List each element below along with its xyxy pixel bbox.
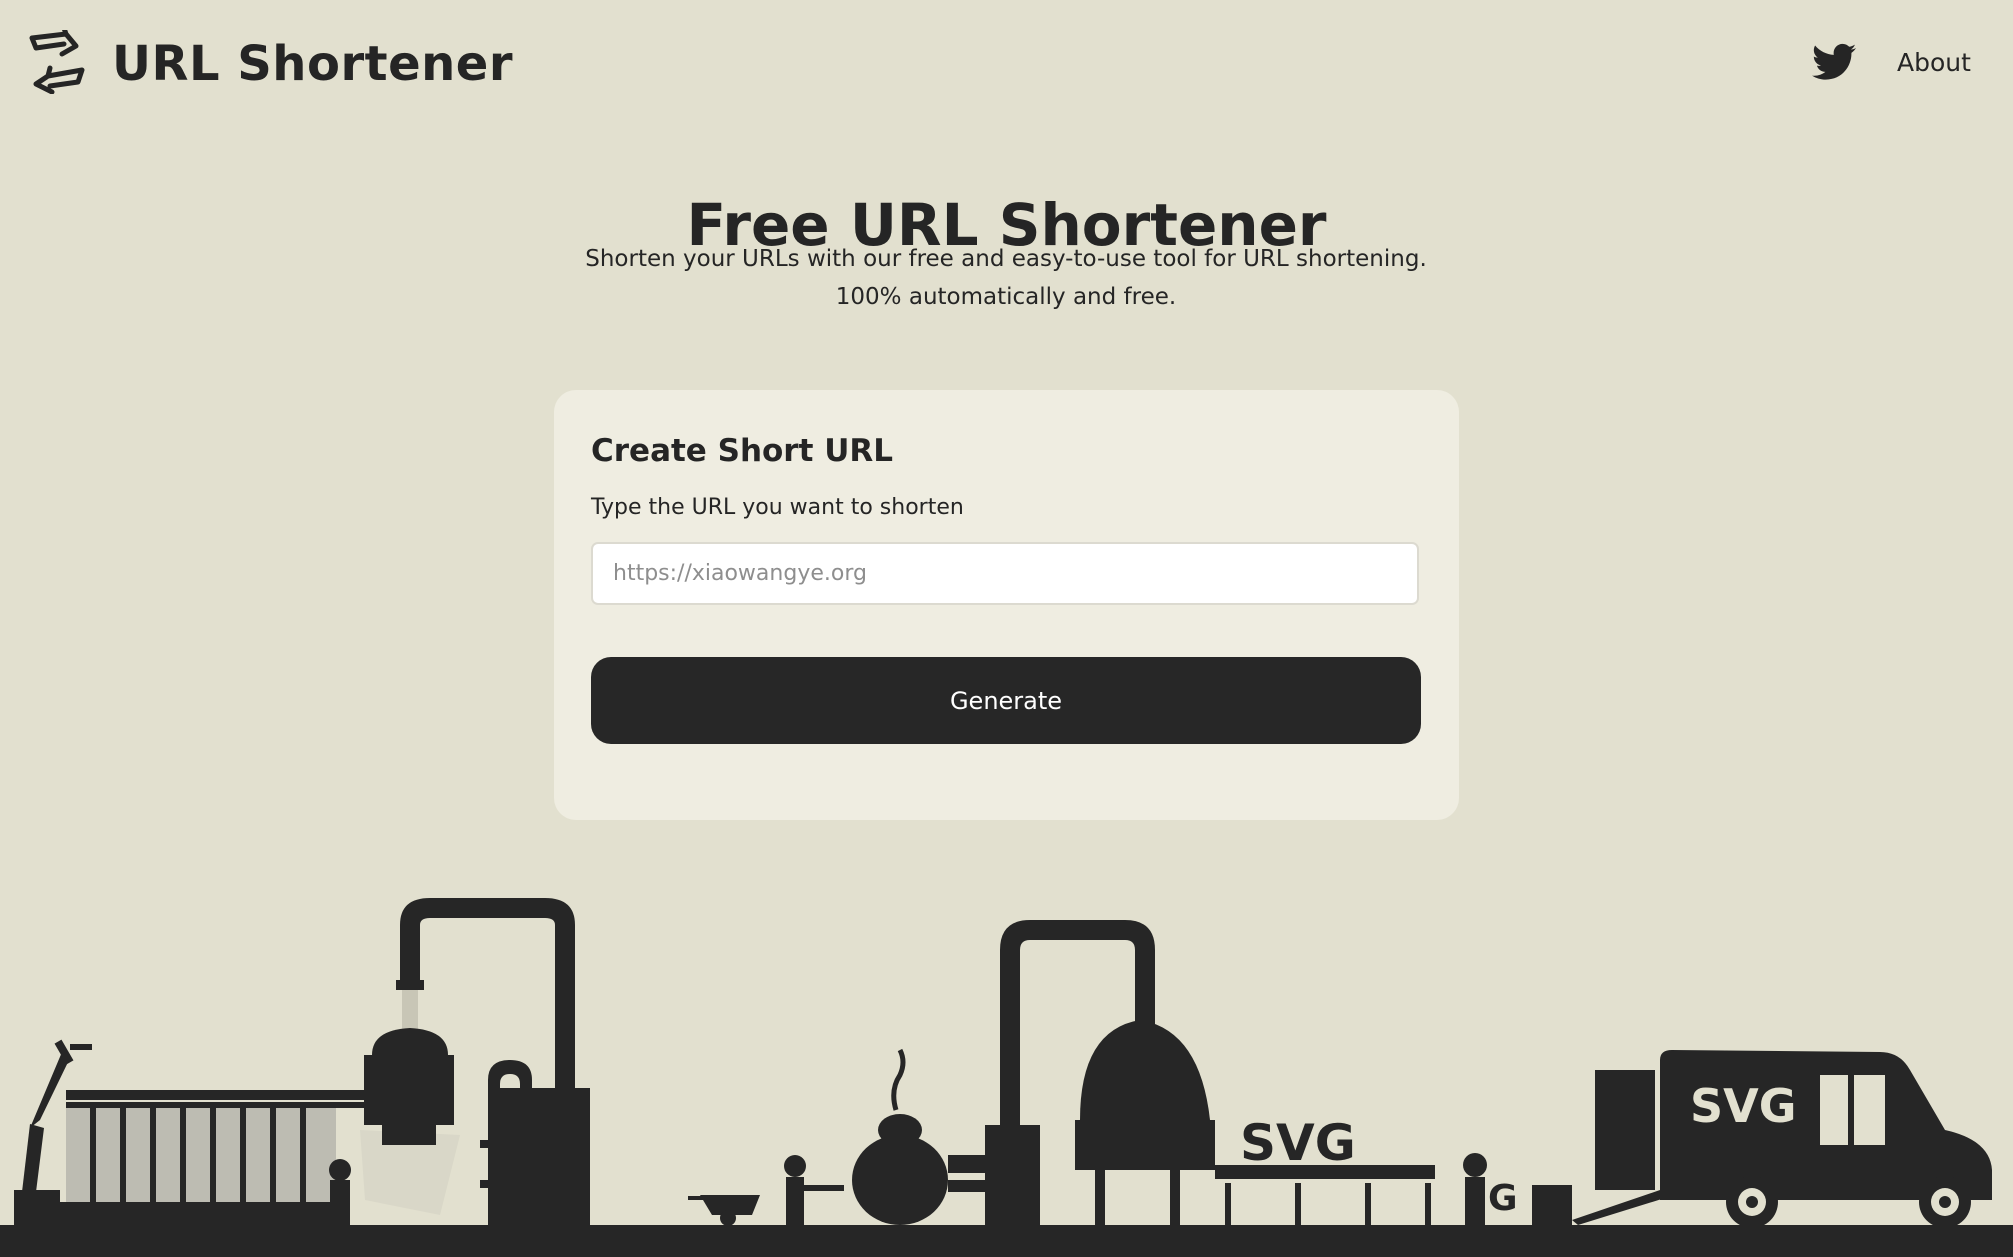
url-input[interactable]: [591, 542, 1419, 605]
roller-machine: [60, 1090, 366, 1225]
delivery-truck: [1595, 1050, 1992, 1228]
site-brand[interactable]: URL Shortener: [112, 32, 513, 96]
about-link[interactable]: About: [1897, 46, 1971, 80]
subtitle-line-2: 100% automatically and free.: [835, 284, 1177, 310]
worker-letter: G: [1488, 1178, 1518, 1219]
pump-machine: [852, 1048, 1008, 1225]
create-short-url-card: Create Short URL Type the URL you want t…: [554, 390, 1459, 820]
card-title: Create Short URL: [591, 433, 894, 469]
twitter-icon[interactable]: [1812, 42, 1856, 82]
arrows-swap-icon[interactable]: [26, 30, 88, 94]
factory-silhouette-illustration: SVG G SVG: [0, 898, 2013, 1257]
site-header: URL Shortener About: [0, 0, 2013, 130]
loading-ramp: [1532, 1185, 1665, 1225]
subtitle-line-1: Shorten your URLs with our free and easy…: [585, 246, 1427, 272]
url-field-label: Type the URL you want to shorten: [591, 495, 964, 520]
truck-label: SVG: [1690, 1079, 1797, 1133]
generate-button[interactable]: Generate: [591, 657, 1421, 744]
page-subtitle: Shorten your URLs with our free and easy…: [456, 240, 1556, 316]
boiler-machine: [985, 920, 1435, 1225]
letter-worker: [1463, 1153, 1487, 1225]
wheelbarrow-worker: [688, 1155, 844, 1226]
boiler-label: SVG: [1240, 1114, 1356, 1172]
